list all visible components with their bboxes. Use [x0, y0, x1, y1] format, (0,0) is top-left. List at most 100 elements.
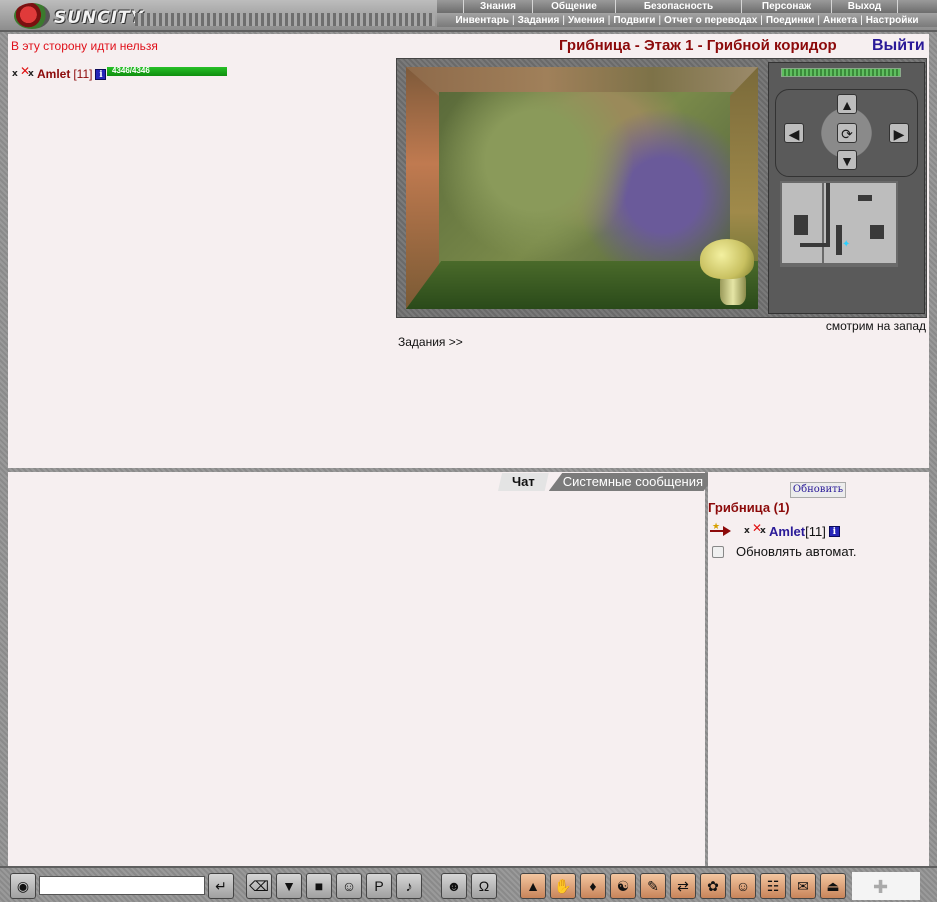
nav-item-security[interactable]: Безопасность [616, 0, 742, 13]
hand-icon[interactable]: ✋ [550, 873, 576, 899]
nav-link-settings[interactable]: Настройки [866, 15, 919, 26]
turn-left-button[interactable]: ◀ [784, 123, 804, 143]
top-bar: SUNCITY Знания Общение Безопасность Перс… [0, 0, 937, 32]
nav-link-achievements[interactable]: Подвиги [613, 15, 655, 26]
separator: | [658, 14, 662, 26]
logo-mark-icon [14, 3, 50, 29]
player-info-icon[interactable]: i [95, 68, 107, 80]
map-wall [794, 215, 808, 235]
compass: ▲ ◀ ▶ ▼ ⟳ [775, 89, 918, 177]
auto-refresh-checkbox[interactable] [712, 545, 724, 558]
exit-icon[interactable]: ⏏ [820, 873, 846, 899]
separator: | [607, 14, 611, 26]
separator: | [760, 14, 763, 26]
mask-icon[interactable]: ☯ [610, 873, 636, 899]
player-position-icon: ✦ [842, 239, 851, 250]
nav-item-communication[interactable]: Общение [533, 0, 616, 13]
nav-spacer [437, 0, 464, 13]
dungeon-scene[interactable] [406, 67, 758, 309]
puzzle-icon[interactable]: ✚ [873, 877, 888, 898]
move-back-button[interactable]: ▼ [837, 150, 857, 170]
mushroom-icon[interactable] [700, 239, 754, 279]
room-title: Грибница (1) [708, 500, 790, 515]
sound-icon[interactable]: ♪ [396, 873, 422, 899]
nav-link-quests[interactable]: Задания [518, 15, 560, 26]
separator: | [512, 14, 515, 26]
smile-icon[interactable]: ☻ [441, 873, 467, 899]
room-panel: Обновить Грибница (1) ★ x ✕ x Amlet [11] i… [708, 472, 929, 866]
nav-item-character[interactable]: Персонаж [742, 0, 832, 13]
exit-location-link[interactable]: Выйти [872, 37, 925, 55]
refresh-button[interactable]: Обновить [790, 482, 846, 498]
hp-bar: 4346/4346 [107, 66, 227, 76]
nav-link-skills[interactable]: Умения [568, 15, 605, 26]
location-title: Грибница - Этаж 1 - Грибной коридор [559, 37, 837, 54]
translit-icon[interactable]: Ω [471, 873, 497, 899]
mage-icon[interactable]: ▲ [520, 873, 546, 899]
nav-link-profile[interactable]: Анкета [823, 15, 857, 26]
tab-system-messages[interactable]: Системные сообщения [548, 473, 718, 491]
facing-direction: смотрим на запад [825, 319, 926, 333]
hp-text: 4346/4346 [112, 66, 150, 75]
group-icon[interactable]: ☷ [760, 873, 786, 899]
movement-timer-fill [782, 69, 900, 76]
top-decoration [135, 13, 435, 26]
move-forward-button[interactable]: ▲ [837, 94, 857, 114]
nav-item-knowledge[interactable]: Знания [464, 0, 533, 13]
primary-nav: Знания Общение Безопасность Персонаж Вых… [437, 0, 937, 13]
player-info: x ✕ x Amlet [11] i [12, 64, 107, 82]
room-user-name[interactable]: Amlet [769, 524, 805, 539]
minimap: ✦ [780, 181, 898, 267]
player-level: [11] [73, 67, 93, 81]
logo[interactable]: SUNCITY [0, 0, 150, 32]
scroll-icon[interactable]: ✎ [640, 873, 666, 899]
refresh-view-button[interactable]: ⟳ [837, 123, 857, 143]
navigation-panel: ▲ ◀ ▶ ▼ ⟳ ✦ [768, 62, 925, 314]
nav-link-duels[interactable]: Поединки [766, 15, 815, 26]
private-icon[interactable]: P [366, 873, 392, 899]
movement-timer-bar [781, 68, 901, 77]
auto-refresh-label: Обновлять автомат. [736, 544, 857, 559]
map-wall [826, 183, 830, 243]
chat-mode-icon[interactable]: ◉ [10, 873, 36, 899]
filter-icon[interactable]: ▼ [276, 873, 302, 899]
attack-icon[interactable]: ★ [710, 521, 732, 538]
potion-icon[interactable]: ♦ [580, 873, 606, 899]
room-user-level: [11] [805, 523, 826, 539]
save-icon[interactable]: ■ [306, 873, 332, 899]
room-user-row: ★ x ✕ x Amlet [11] i [710, 521, 840, 539]
nav-link-inventory[interactable]: Инвентарь [455, 15, 509, 26]
tab-chat[interactable]: Чат [498, 473, 549, 491]
nav-item-logout[interactable]: Выход [832, 0, 898, 13]
logo-text: SUNCITY [54, 8, 144, 28]
separator: | [817, 14, 821, 26]
separator: | [562, 14, 565, 26]
clear-chat-icon[interactable]: ⌫ [246, 873, 272, 899]
friends-icon[interactable]: ☺ [730, 873, 756, 899]
scene-far-wall [439, 92, 758, 264]
turn-right-button[interactable]: ▶ [889, 123, 909, 143]
send-message-icon[interactable]: ↵ [208, 873, 234, 899]
chat-tabs: Чат Системные сообщения [498, 473, 718, 491]
main-panel: В эту сторону идти нельзя Грибница - Эта… [8, 34, 929, 468]
auto-refresh-row: Обновлять автомат. [712, 544, 856, 559]
bottom-toolbar: ◉ ↵ ⌫ ▼ ■ ☺ P ♪ ☻ Ω ▲ ✋ ♦ ☯ ✎ ⇄ ✿ ☺ ☷ ✉ … [0, 866, 937, 902]
quests-link[interactable]: Задания >> [398, 335, 463, 349]
secondary-nav: Инвентарь | Задания | Умения | Подвиги | Отч… [437, 13, 937, 27]
chat-area: Чат Системные сообщения [8, 472, 718, 866]
separator: | [860, 14, 863, 26]
map-wall [870, 225, 884, 239]
bag-icon[interactable]: ✿ [700, 873, 726, 899]
map-wall [858, 195, 872, 201]
nav-link-transfers[interactable]: Отчет о переводах [664, 15, 757, 26]
map-wall [800, 243, 830, 247]
alignment-icon: x ✕ x [12, 64, 34, 79]
forum-icon[interactable]: ✉ [790, 873, 816, 899]
location-view: ▲ ◀ ▶ ▼ ⟳ ✦ [396, 58, 927, 318]
warning-message: В эту сторону идти нельзя [11, 39, 158, 53]
transfer-icon[interactable]: ⇄ [670, 873, 696, 899]
person-icon[interactable]: ☺ [336, 873, 362, 899]
chat-input[interactable] [39, 876, 205, 895]
room-user-info-icon[interactable]: i [828, 525, 840, 537]
player-name[interactable]: Amlet [37, 67, 70, 81]
